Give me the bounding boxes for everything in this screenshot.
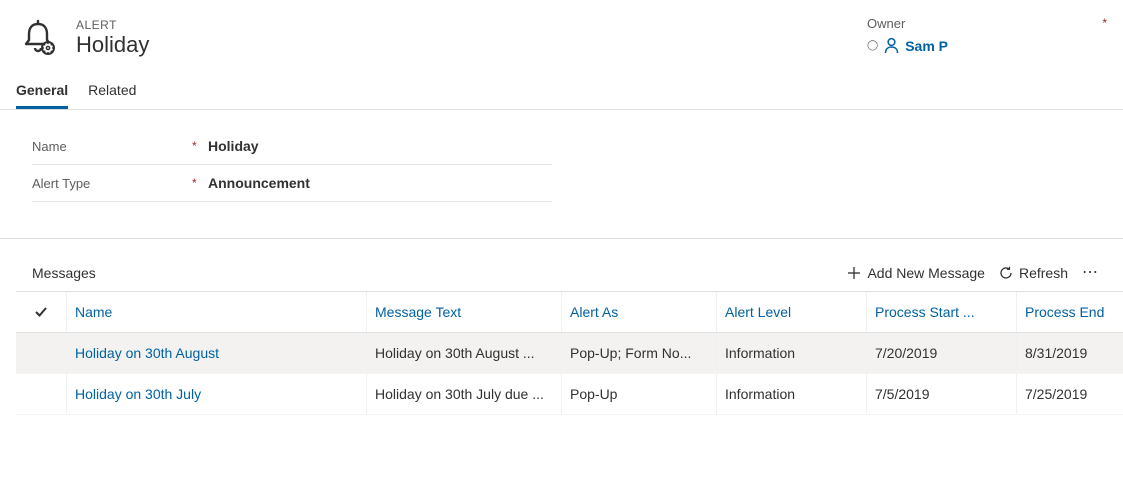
ellipsis-icon: ⋯	[1082, 265, 1099, 281]
header-fields: Owner * ◯ Sam P	[867, 16, 1107, 54]
field-name-label: Name	[32, 139, 192, 154]
field-alert-type-label: Alert Type	[32, 176, 192, 191]
entity-icon	[16, 16, 60, 60]
refresh-button[interactable]: Refresh	[999, 265, 1068, 281]
cell-name[interactable]: Holiday on 30th August	[66, 333, 366, 373]
person-icon	[884, 37, 899, 54]
tab-bar: General Related	[0, 72, 1123, 110]
more-commands-button[interactable]: ⋯	[1082, 265, 1099, 281]
entity-type-label: ALERT	[76, 18, 149, 32]
cell-alert-as: Pop-Up; Form No...	[561, 333, 716, 373]
plus-icon	[847, 266, 861, 280]
cell-alert-as: Pop-Up	[561, 374, 716, 414]
field-alert-type-row[interactable]: Alert Type * Announcement	[32, 165, 552, 202]
tab-general[interactable]: General	[16, 72, 68, 109]
owner-value[interactable]: Sam P	[905, 38, 948, 54]
cell-name[interactable]: Holiday on 30th July	[66, 374, 366, 414]
table-row[interactable]: Holiday on 30th August Holiday on 30th A…	[16, 333, 1123, 374]
add-new-message-button[interactable]: Add New Message	[847, 265, 985, 281]
column-header-start[interactable]: Process Start ...	[866, 292, 1016, 332]
subgrid-command-bar: Messages Add New Message Refresh ⋯	[16, 253, 1123, 292]
owner-field-label-row: Owner *	[867, 16, 1107, 31]
cell-alert-level: Information	[716, 333, 866, 373]
field-name-value[interactable]: Holiday	[208, 138, 552, 154]
column-header-end[interactable]: Process End	[1016, 292, 1116, 332]
required-indicator: *	[192, 176, 208, 190]
refresh-label: Refresh	[1019, 265, 1068, 281]
cell-end: 7/25/2019	[1016, 374, 1116, 414]
record-header: ALERT Holiday Owner * ◯ Sam P	[0, 0, 1123, 72]
table-row[interactable]: Holiday on 30th July Holiday on 30th Jul…	[16, 374, 1123, 415]
cell-alert-level: Information	[716, 374, 866, 414]
record-title: Holiday	[76, 32, 149, 58]
grid-header-row: Name Message Text Alert As Alert Level P…	[16, 292, 1123, 333]
add-new-message-label: Add New Message	[867, 265, 985, 281]
checkmark-icon	[34, 305, 48, 319]
owner-required-indicator: *	[1102, 16, 1107, 31]
row-select-cell[interactable]	[16, 341, 66, 365]
refresh-icon	[999, 266, 1013, 280]
cell-start: 7/20/2019	[866, 333, 1016, 373]
header-left: ALERT Holiday	[16, 16, 867, 60]
cell-message: Holiday on 30th July due ...	[366, 374, 561, 414]
owner-label: Owner	[867, 16, 905, 31]
bell-gear-icon	[18, 18, 58, 58]
tab-related[interactable]: Related	[88, 72, 136, 109]
owner-field-value-row[interactable]: ◯ Sam P	[867, 37, 1107, 54]
column-header-message[interactable]: Message Text	[366, 292, 561, 332]
cell-message: Holiday on 30th August ...	[366, 333, 561, 373]
column-header-alert-level[interactable]: Alert Level	[716, 292, 866, 332]
cell-end: 8/31/2019	[1016, 333, 1116, 373]
subgrid-title: Messages	[32, 265, 833, 281]
column-header-alert-as[interactable]: Alert As	[561, 292, 716, 332]
field-name-row[interactable]: Name * Holiday	[32, 128, 552, 165]
header-titles: ALERT Holiday	[76, 18, 149, 58]
row-select-cell[interactable]	[16, 382, 66, 406]
field-alert-type-value[interactable]: Announcement	[208, 175, 552, 191]
status-dot-icon: ◯	[867, 40, 878, 51]
column-header-name[interactable]: Name	[66, 292, 366, 332]
messages-subgrid: Messages Add New Message Refresh ⋯ Name …	[0, 253, 1123, 415]
form-section: Name * Holiday Alert Type * Announcement	[0, 110, 1123, 239]
select-all-column[interactable]	[16, 293, 66, 331]
required-indicator: *	[192, 139, 208, 153]
cell-start: 7/5/2019	[866, 374, 1016, 414]
